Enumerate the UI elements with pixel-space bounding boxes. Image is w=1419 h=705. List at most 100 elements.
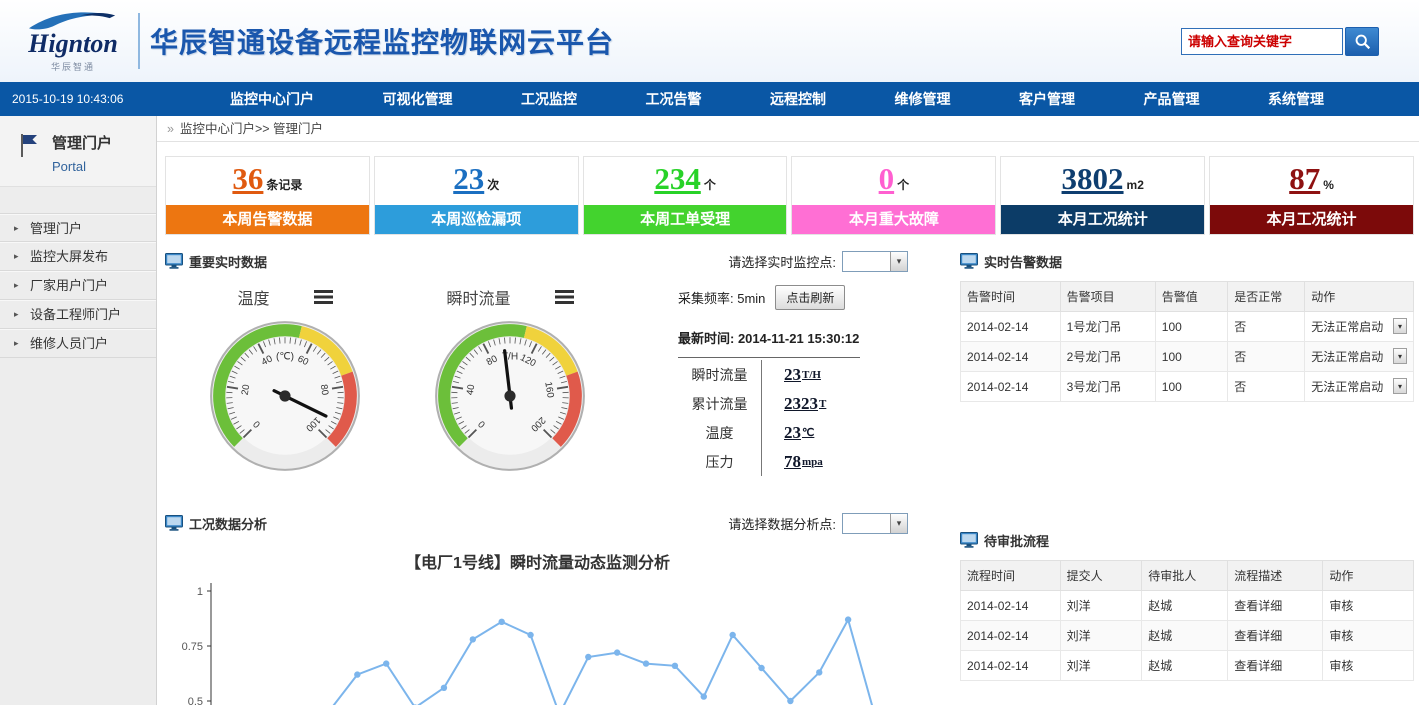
table-cell[interactable]: 审核 — [1323, 651, 1414, 681]
stat-label-bar[interactable]: 本月工况统计 — [1210, 205, 1413, 234]
table-cell[interactable]: ▾无法正常启动 — [1305, 372, 1414, 402]
table-cell: 100 — [1155, 312, 1227, 342]
stat-label-bar[interactable]: 本月工况统计 — [1001, 205, 1204, 234]
logo[interactable]: Hignton 华辰智通 — [12, 9, 134, 73]
table-cell: 2014-02-14 — [961, 312, 1061, 342]
stat-value[interactable]: 0 — [879, 163, 895, 194]
table-cell: 2号龙门吊 — [1060, 342, 1155, 372]
nav-item[interactable]: 系统管理 — [1268, 89, 1324, 109]
table-cell[interactable]: 查看详细 — [1228, 591, 1323, 621]
stat-label-bar[interactable]: 本周工单受理 — [584, 205, 787, 234]
reading-label: 温度 — [678, 418, 762, 447]
refresh-button[interactable]: 点击刷新 — [775, 285, 845, 310]
stat-label-bar[interactable]: 本周巡检漏项 — [375, 205, 578, 234]
reading-row: 累计流量2323T — [678, 389, 902, 418]
sidebar-item[interactable]: 设备工程师门户 — [0, 300, 156, 329]
chart-point — [585, 654, 591, 660]
table-cell[interactable]: ▾无法正常启动 — [1305, 342, 1414, 372]
row-dropdown-icon[interactable]: ▾ — [1393, 348, 1407, 364]
reading-unit: T/H — [802, 369, 821, 381]
reading-unit: mpa — [802, 456, 823, 468]
table-cell[interactable]: ▾无法正常启动 — [1305, 312, 1414, 342]
nav-item[interactable]: 产品管理 — [1144, 89, 1200, 109]
sidebar-item[interactable]: 维修人员门户 — [0, 329, 156, 358]
column-header: 动作 — [1305, 282, 1414, 312]
table-row[interactable]: 2014-02-14刘洋赵城查看详细审核 — [961, 591, 1414, 621]
stat-unit: 个 — [704, 176, 716, 193]
column-header: 是否正常 — [1228, 282, 1305, 312]
stat-unit: 次 — [487, 176, 499, 193]
nav-item[interactable]: 可视化管理 — [383, 89, 453, 109]
site-title: 华辰智通设备远程监控物联网云平台 — [150, 21, 614, 61]
table-cell[interactable]: 查看详细 — [1228, 651, 1323, 681]
reading-value[interactable]: 2323T — [762, 389, 826, 418]
monitor-point-select[interactable]: ▾ — [842, 251, 908, 272]
table-cell: 否 — [1228, 342, 1305, 372]
table-cell: 赵城 — [1142, 651, 1228, 681]
realtime-panel-header: 重要实时数据 请选择实时监控点: ▾ — [165, 247, 910, 275]
chevron-down-icon: ▾ — [890, 514, 907, 533]
portal-subtitle: Portal — [52, 159, 112, 174]
panel-title: 重要实时数据 — [189, 252, 267, 271]
table-cell[interactable]: 审核 — [1323, 591, 1414, 621]
stat-value[interactable]: 23 — [453, 163, 484, 194]
stat-value[interactable]: 36 — [232, 163, 263, 194]
reading-value[interactable]: 23T/H — [762, 360, 821, 389]
nav-item[interactable]: 客户管理 — [1019, 89, 1075, 109]
nav-item[interactable]: 工况监控 — [521, 89, 577, 109]
table-row[interactable]: 2014-02-141号龙门吊100否▾无法正常启动 — [961, 312, 1414, 342]
approval-panel: 待审批流程 流程时间提交人待审批人流程描述动作2014-02-14刘洋赵城查看详… — [960, 526, 1414, 681]
stat-label-bar[interactable]: 本周告警数据 — [166, 205, 369, 234]
stat-value[interactable]: 87 — [1289, 163, 1320, 194]
sidebar-item[interactable]: 监控大屏发布 — [0, 242, 156, 271]
search-button[interactable] — [1345, 27, 1379, 56]
reading-value[interactable]: 78mpa — [762, 447, 823, 476]
gauge-dial: 020406080100(℃) — [209, 315, 361, 477]
monitor-icon — [960, 253, 978, 269]
table-row[interactable]: 2014-02-14刘洋赵城查看详细审核 — [961, 621, 1414, 651]
sidebar-item[interactable]: 厂家用户门户 — [0, 271, 156, 300]
gauge-tick-label: 40 — [465, 384, 478, 396]
stat-card: 87%本月工况统计 — [1209, 156, 1414, 235]
table-cell[interactable]: 审核 — [1323, 621, 1414, 651]
clock: 2015-10-19 10:43:06 — [0, 92, 180, 106]
table-cell: 刘洋 — [1060, 651, 1142, 681]
table-row[interactable]: 2014-02-14刘洋赵城查看详细审核 — [961, 651, 1414, 681]
table-cell[interactable]: 查看详细 — [1228, 621, 1323, 651]
flag-icon — [18, 132, 40, 158]
nav-item[interactable]: 监控中心门户 — [230, 89, 314, 109]
chart-series-line — [213, 620, 877, 705]
reading-value[interactable]: 23℃ — [762, 418, 814, 447]
chart-ytick-label: 0.75 — [182, 641, 203, 653]
table-row[interactable]: 2014-02-142号龙门吊100否▾无法正常启动 — [961, 342, 1414, 372]
nav-item[interactable]: 远程控制 — [770, 89, 826, 109]
content: 管理门户 Portal 管理门户监控大屏发布厂家用户门户设备工程师门户维修人员门… — [0, 116, 1419, 705]
sidebar-menu: 管理门户监控大屏发布厂家用户门户设备工程师门户维修人员门户 — [0, 213, 156, 358]
gauge-menu-icon[interactable] — [555, 290, 574, 304]
column-header: 流程时间 — [961, 561, 1061, 591]
stat-value[interactable]: 234 — [654, 163, 701, 194]
nav-item[interactable]: 工况告警 — [646, 89, 702, 109]
stat-label-bar[interactable]: 本月重大故障 — [792, 205, 995, 234]
gauge-menu-icon[interactable] — [314, 290, 333, 304]
main-nav: 2015-10-19 10:43:06 监控中心门户 可视化管理 工况监控 工况告警 远… — [0, 82, 1419, 116]
nav-item[interactable]: 维修管理 — [895, 89, 951, 109]
panel-title: 实时告警数据 — [984, 252, 1062, 271]
table-cell: 100 — [1155, 342, 1227, 372]
table-cell: 刘洋 — [1060, 591, 1142, 621]
alarm-panel-header: 实时告警数据 — [960, 247, 1414, 275]
monitor-icon — [960, 532, 978, 548]
realtime-readings: 采集频率: 5min 点击刷新 最新时间: 2014-11-21 15:30:1… — [620, 279, 910, 497]
alarm-panel: 实时告警数据 告警时间告警项目告警值是否正常动作2014-02-141号龙门吊1… — [960, 247, 1414, 402]
table-cell: 2014-02-14 — [961, 372, 1061, 402]
sidebar-item[interactable]: 管理门户 — [0, 213, 156, 242]
stat-value[interactable]: 3802 — [1062, 163, 1124, 194]
row-dropdown-icon[interactable]: ▾ — [1393, 318, 1407, 334]
row-dropdown-icon[interactable]: ▾ — [1393, 378, 1407, 394]
chart-point — [354, 671, 360, 677]
search-input[interactable] — [1181, 28, 1343, 55]
reading-label: 压力 — [678, 447, 762, 476]
monitor-icon — [165, 253, 183, 269]
analysis-point-select[interactable]: ▾ — [842, 513, 908, 534]
table-row[interactable]: 2014-02-143号龙门吊100否▾无法正常启动 — [961, 372, 1414, 402]
